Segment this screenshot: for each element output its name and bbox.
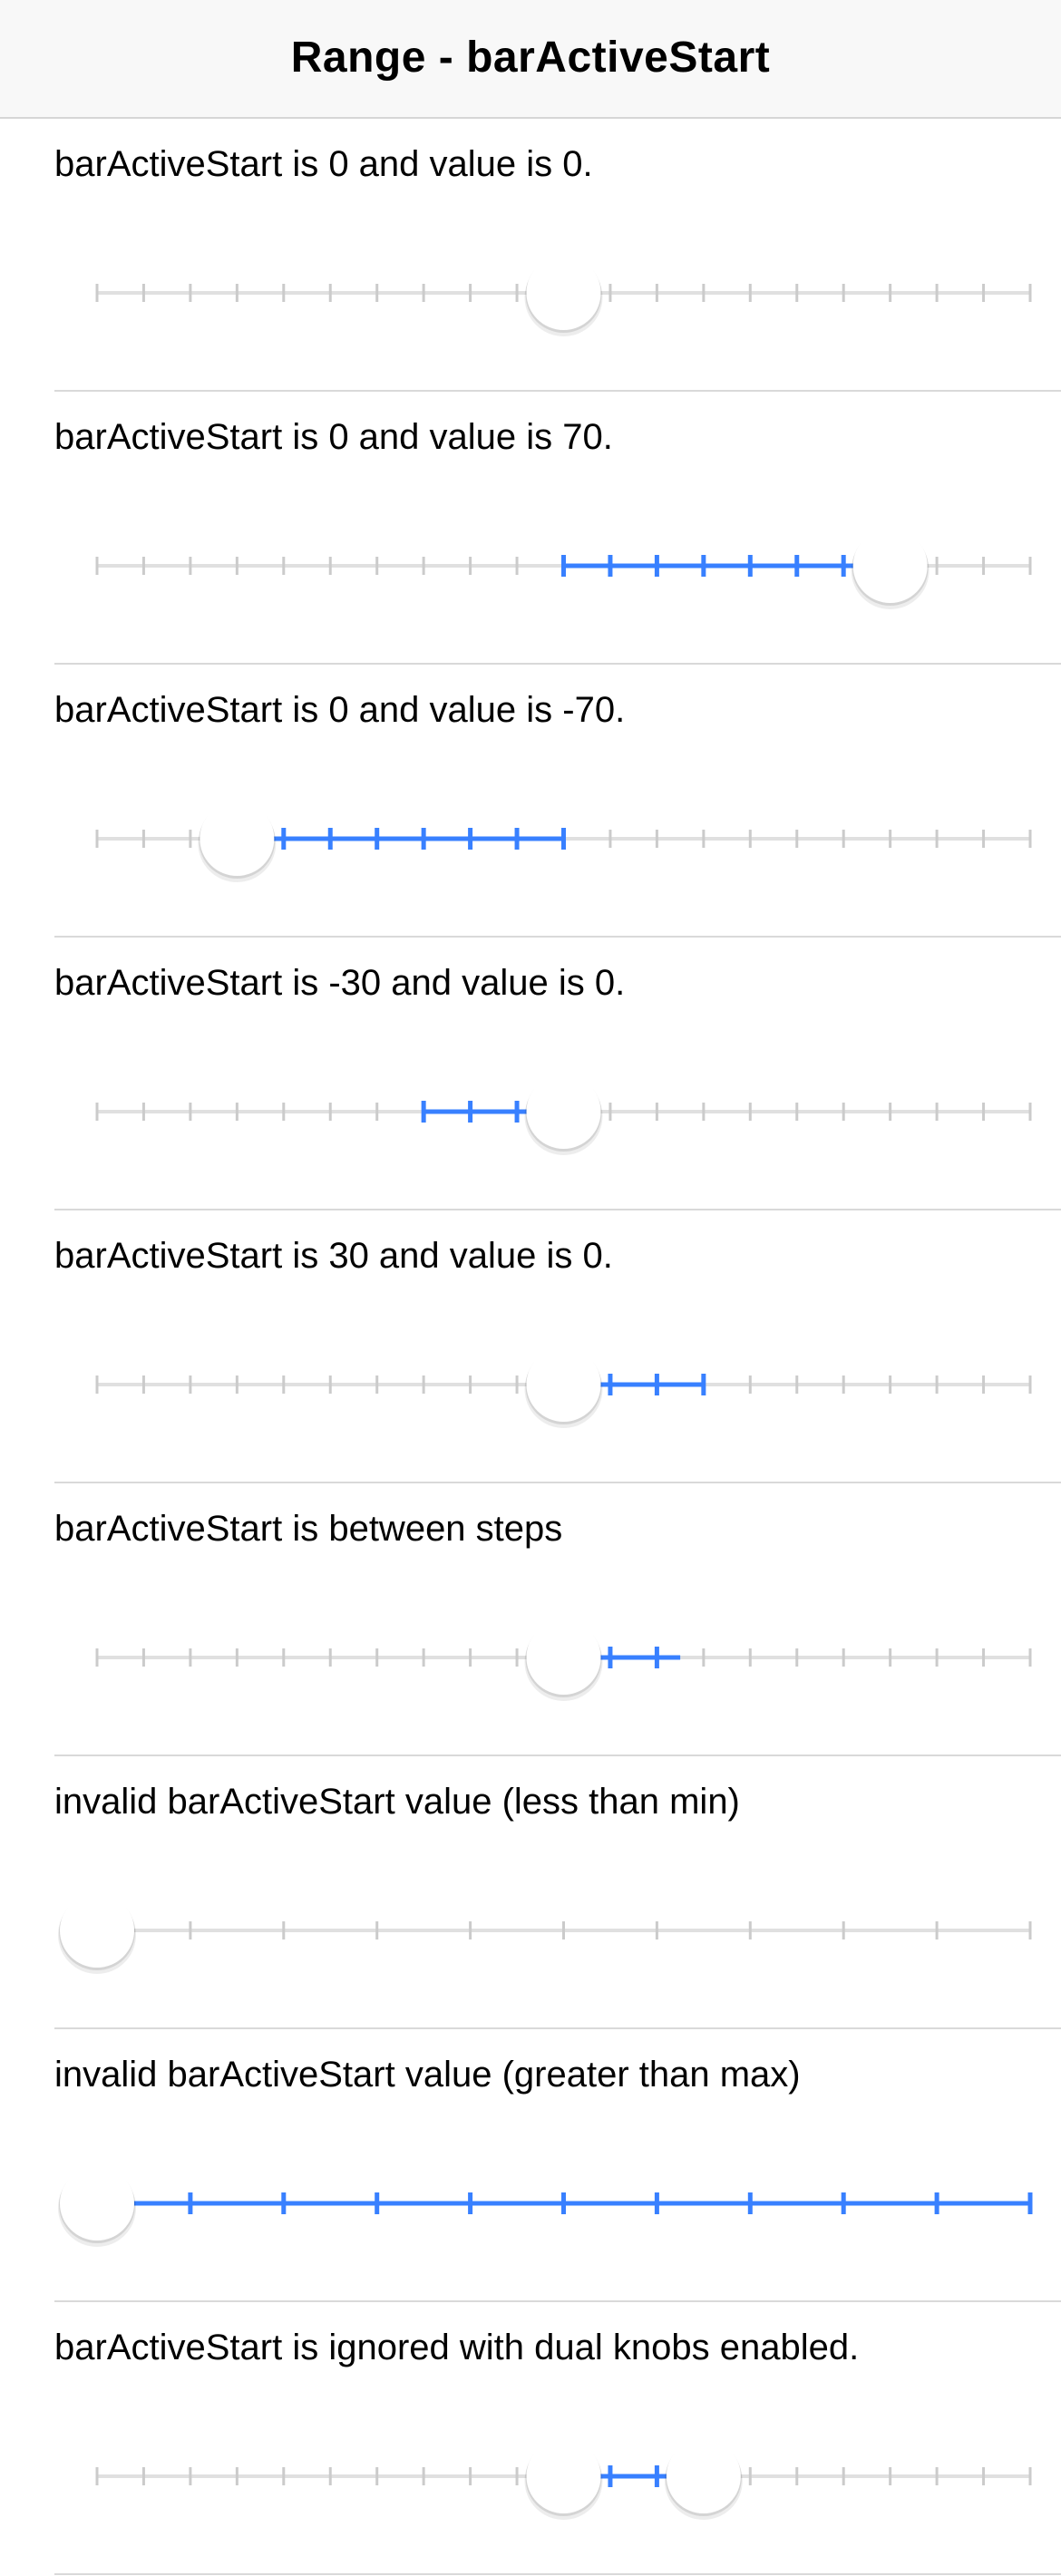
- range-slider[interactable]: [0, 2165, 1061, 2256]
- range-track-svg[interactable]: [0, 528, 1061, 618]
- range-knob[interactable]: [524, 1620, 603, 1701]
- range-slider[interactable]: [0, 1346, 1061, 1437]
- range-slider[interactable]: [0, 1892, 1061, 1983]
- range-label: barActiveStart is 0 and value is -70.: [54, 690, 626, 730]
- range-list: barActiveStart is 0 and value is 0. barA…: [0, 119, 1061, 2575]
- range-knob-face: [852, 529, 928, 603]
- range-knob-face: [526, 2439, 601, 2513]
- range-slider[interactable]: [0, 801, 1061, 891]
- range-label: invalid barActiveStart value (greater th…: [54, 2055, 801, 2095]
- range-track-svg[interactable]: [0, 2438, 1061, 2529]
- range-knob[interactable]: [198, 802, 277, 882]
- range-slider[interactable]: [0, 1619, 1061, 1710]
- range-knob-face: [666, 2439, 741, 2513]
- range-slider[interactable]: [0, 528, 1061, 618]
- range-knob[interactable]: [851, 529, 930, 609]
- range-knob-face: [526, 256, 601, 330]
- list-item: invalid barActiveStart value (less than …: [0, 1756, 1061, 2029]
- range-knob[interactable]: [524, 256, 603, 336]
- list-item: barActiveStart is 0 and value is -70.: [0, 665, 1061, 938]
- range-knob-face: [200, 802, 275, 876]
- range-label: invalid barActiveStart value (less than …: [54, 1782, 740, 1822]
- list-item: invalid barActiveStart value (greater th…: [0, 2029, 1061, 2302]
- range-knob-lower[interactable]: [524, 2439, 603, 2520]
- range-track-svg[interactable]: [0, 1892, 1061, 1983]
- range-track-svg[interactable]: [0, 1074, 1061, 1164]
- list-item: barActiveStart is 0 and value is 0.: [0, 119, 1061, 392]
- range-knob[interactable]: [58, 2166, 136, 2247]
- list-item: barActiveStart is ignored with dual knob…: [0, 2302, 1061, 2575]
- range-label: barActiveStart is 30 and value is 0.: [54, 1236, 613, 1276]
- range-knob-face: [526, 1620, 601, 1695]
- range-knob-face: [60, 1893, 134, 1968]
- range-track-svg[interactable]: [0, 255, 1061, 345]
- range-knob[interactable]: [58, 1893, 136, 1974]
- range-track-svg[interactable]: [0, 1619, 1061, 1710]
- list-item: barActiveStart is 30 and value is 0.: [0, 1210, 1061, 1483]
- range-label: barActiveStart is 0 and value is 70.: [54, 417, 613, 457]
- range-knob-face: [526, 1074, 601, 1149]
- range-label: barActiveStart is -30 and value is 0.: [54, 963, 626, 1003]
- range-slider[interactable]: [0, 255, 1061, 345]
- range-label: barActiveStart is ignored with dual knob…: [54, 2328, 860, 2367]
- range-knob-upper[interactable]: [664, 2439, 743, 2520]
- page-title: Range - barActiveStart: [290, 34, 771, 82]
- range-slider[interactable]: [0, 1074, 1061, 1164]
- range-slider[interactable]: [0, 2438, 1061, 2529]
- range-knob[interactable]: [524, 1074, 603, 1155]
- toolbar-header: Range - barActiveStart: [0, 0, 1061, 119]
- range-knob-face: [526, 1347, 601, 1422]
- list-item: barActiveStart is between steps: [0, 1483, 1061, 1756]
- range-label: barActiveStart is 0 and value is 0.: [54, 144, 593, 184]
- range-knob-face: [60, 2166, 134, 2241]
- list-item: barActiveStart is -30 and value is 0.: [0, 938, 1061, 1210]
- list-item: barActiveStart is 0 and value is 70.: [0, 392, 1061, 665]
- range-track-svg[interactable]: [0, 801, 1061, 891]
- range-label: barActiveStart is between steps: [54, 1509, 563, 1549]
- range-knob[interactable]: [524, 1347, 603, 1428]
- range-track-svg[interactable]: [0, 2165, 1061, 2256]
- range-track-svg[interactable]: [0, 1346, 1061, 1437]
